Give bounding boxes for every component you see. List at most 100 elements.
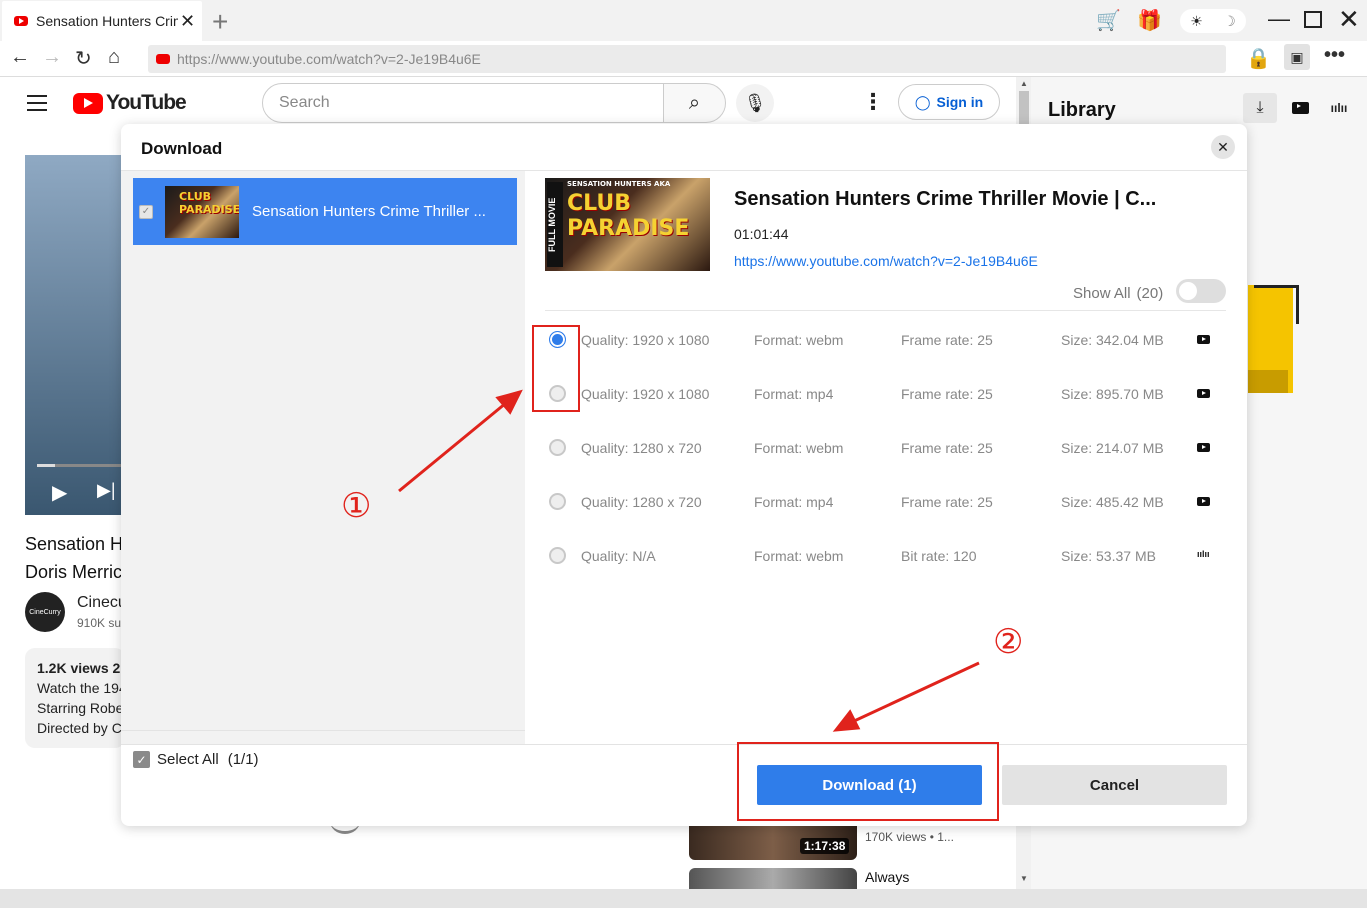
video-player[interactable] (25, 155, 125, 515)
youtube-logo[interactable]: YouTube (73, 91, 186, 115)
address-bar[interactable]: https://www.youtube.com/watch?v=2-Je19B4… (148, 45, 1226, 73)
divider (121, 730, 525, 731)
scroll-up-icon[interactable]: ▲ (1020, 79, 1028, 88)
download-icon[interactable]: ⤓ (1243, 93, 1277, 123)
video-details-pane: FULL MOVIE SENSATION HUNTERS AKA CLUB PA… (525, 171, 1247, 744)
select-all-checkbox[interactable]: ✓ Select All (1/1) (133, 751, 259, 768)
close-icon[interactable]: ✕ (1211, 135, 1235, 159)
site-favicon-icon (156, 54, 170, 64)
video-progress-bar[interactable] (37, 464, 127, 467)
video-icon[interactable] (1283, 93, 1317, 123)
browser-tab[interactable]: Sensation Hunters Crime Thriller Movie ✕ (2, 1, 202, 41)
checkbox-check-icon: ✓ (133, 751, 150, 768)
annotation-box-radios (532, 325, 580, 412)
option-quality: Quality: 1920 x 1080 (581, 332, 709, 348)
select-all-count: (1/1) (228, 751, 259, 768)
queue-item-checkbox[interactable]: ✓ (139, 205, 153, 219)
back-icon[interactable]: ← (10, 46, 30, 69)
status-bar (0, 889, 1367, 908)
address-url: https://www.youtube.com/watch?v=2-Je19B4… (177, 51, 481, 67)
sign-in-label: Sign in (937, 94, 984, 110)
video-type-icon (1197, 387, 1210, 401)
option-rate: Frame rate: 25 (901, 386, 993, 402)
annotation-step-2: ② (993, 622, 1023, 662)
minimize-icon[interactable]: — (1268, 6, 1288, 32)
show-all-toggle[interactable] (1176, 279, 1226, 303)
close-tab-icon[interactable]: ✕ (180, 11, 195, 32)
format-option[interactable]: Quality: 1280 x 720 Format: mp4 Frame ra… (525, 491, 1247, 545)
format-radio[interactable] (549, 547, 566, 564)
play-icon[interactable]: ▶ (52, 480, 67, 505)
queue-item[interactable]: ✓ CLUB PARADISE Sensation Hunters Crime … (133, 178, 517, 245)
option-rate: Frame rate: 25 (901, 494, 993, 510)
video-type-icon (1197, 333, 1210, 347)
show-all-label: Show All (20) (1073, 285, 1163, 302)
video-duration: 01:01:44 (734, 226, 789, 242)
audio-icon[interactable]: ıılıı (1322, 93, 1356, 123)
gift-icon[interactable]: 🎁 (1137, 8, 1162, 33)
option-rate: Frame rate: 25 (901, 332, 993, 348)
cancel-button[interactable]: Cancel (1002, 765, 1227, 805)
reload-icon[interactable]: ↻ (75, 46, 92, 71)
option-format: Format: webm (754, 332, 843, 348)
search-input[interactable]: Search (262, 83, 664, 123)
youtube-favicon-icon (14, 16, 28, 26)
option-size: Size: 53.37 MB (1061, 548, 1156, 564)
new-tab-button[interactable]: + (212, 6, 228, 38)
option-quality: Quality: 1280 x 720 (581, 494, 702, 510)
option-size: Size: 342.04 MB (1061, 332, 1164, 348)
format-option[interactable]: Quality: 1920 x 1080 Format: webm Frame … (525, 329, 1247, 383)
divider (545, 310, 1226, 311)
audio-type-icon: ıılıı (1197, 549, 1210, 559)
downloader-extension-icon[interactable]: ▣ (1284, 44, 1310, 70)
video-type-icon (1197, 495, 1210, 509)
format-radio[interactable] (549, 493, 566, 510)
channel-avatar[interactable]: CineCurry (25, 592, 65, 632)
queue-item-title: Sensation Hunters Crime Thriller ... (252, 203, 486, 220)
youtube-header: YouTube Search ⌕ 🎙 ⋮ ◯ Sign in (0, 77, 1016, 127)
option-size: Size: 214.07 MB (1061, 440, 1164, 456)
related-video-duration: 1:17:38 (800, 838, 849, 854)
option-format: Format: mp4 (754, 494, 833, 510)
home-icon[interactable]: ⌂ (108, 46, 120, 69)
microphone-icon[interactable]: 🎙 (736, 84, 774, 122)
video-url-link[interactable]: https://www.youtube.com/watch?v=2-Je19B4… (734, 253, 1038, 269)
related-video-thumbnail[interactable] (689, 868, 857, 890)
window-close-icon[interactable]: ✕ (1338, 4, 1360, 35)
lock-icon[interactable]: 🔒 (1246, 46, 1271, 71)
sign-in-button[interactable]: ◯ Sign in (898, 84, 1000, 120)
youtube-logo-icon (73, 93, 103, 114)
maximize-icon[interactable] (1304, 11, 1322, 28)
search-icon[interactable]: ⌕ (663, 83, 726, 123)
account-icon: ◯ (915, 94, 931, 111)
annotation-step-1: ① (341, 486, 371, 526)
option-quality: Quality: 1920 x 1080 (581, 386, 709, 402)
cart-icon[interactable]: 🛒 (1096, 8, 1121, 33)
video-type-icon (1197, 441, 1210, 455)
next-icon[interactable]: ▶| (97, 480, 116, 501)
theme-toggle[interactable]: ☀ ☽ (1180, 9, 1246, 33)
settings-kebab-icon[interactable]: ⋮ (862, 89, 884, 115)
format-radio[interactable] (549, 439, 566, 456)
more-options-icon[interactable]: ••• (1324, 44, 1345, 67)
related-video-title[interactable]: Always (865, 869, 909, 885)
scroll-down-icon[interactable]: ▼ (1020, 874, 1028, 883)
queue-item-thumbnail: CLUB PARADISE (165, 186, 239, 238)
download-queue: ✓ CLUB PARADISE Sensation Hunters Crime … (121, 171, 525, 744)
format-option[interactable]: Quality: 1280 x 720 Format: webm Frame r… (525, 437, 1247, 491)
menu-icon[interactable] (27, 95, 47, 116)
video-thumbnail: FULL MOVIE SENSATION HUNTERS AKA CLUB PA… (545, 178, 710, 271)
channel-name[interactable]: Cinecurry (77, 594, 125, 612)
navigation-bar: ← → ↻ ⌂ https://www.youtube.com/watch?v=… (0, 41, 1367, 77)
format-option[interactable]: Quality: 1920 x 1080 Format: mp4 Frame r… (525, 383, 1247, 437)
format-option[interactable]: Quality: N/A Format: webm Bit rate: 120 … (525, 545, 1247, 599)
option-size: Size: 895.70 MB (1061, 386, 1164, 402)
video-title: Sensation Hunters Doris Merrick (25, 530, 125, 586)
option-size: Size: 485.42 MB (1061, 494, 1164, 510)
option-rate: Frame rate: 25 (901, 440, 993, 456)
channel-subscribers: 910K subscribers (77, 616, 125, 630)
forward-icon[interactable]: → (42, 46, 62, 69)
library-title: Library (1048, 99, 1116, 122)
option-quality: Quality: 1280 x 720 (581, 440, 702, 456)
video-description[interactable]: 1.2K views 2 Watch the 1945 Starring Rob… (25, 648, 125, 748)
